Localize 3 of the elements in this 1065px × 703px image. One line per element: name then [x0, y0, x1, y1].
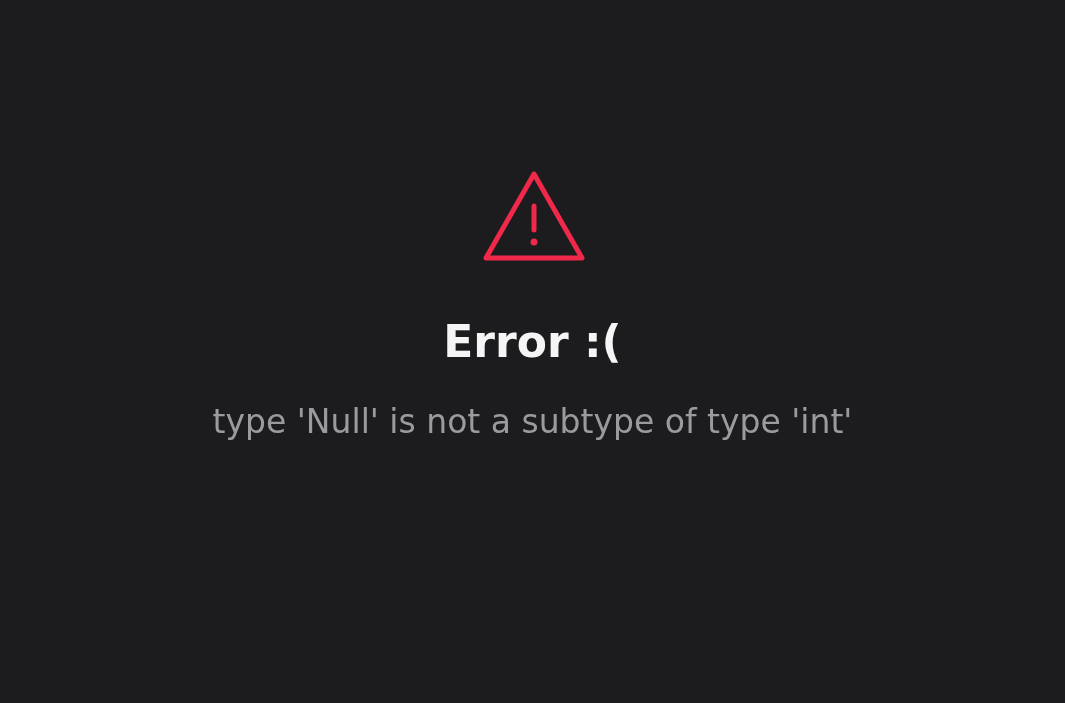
warning-icon [481, 170, 586, 262]
error-title: Error :( [443, 315, 622, 369]
error-message: type 'Null' is not a subtype of type 'int' [212, 401, 853, 443]
